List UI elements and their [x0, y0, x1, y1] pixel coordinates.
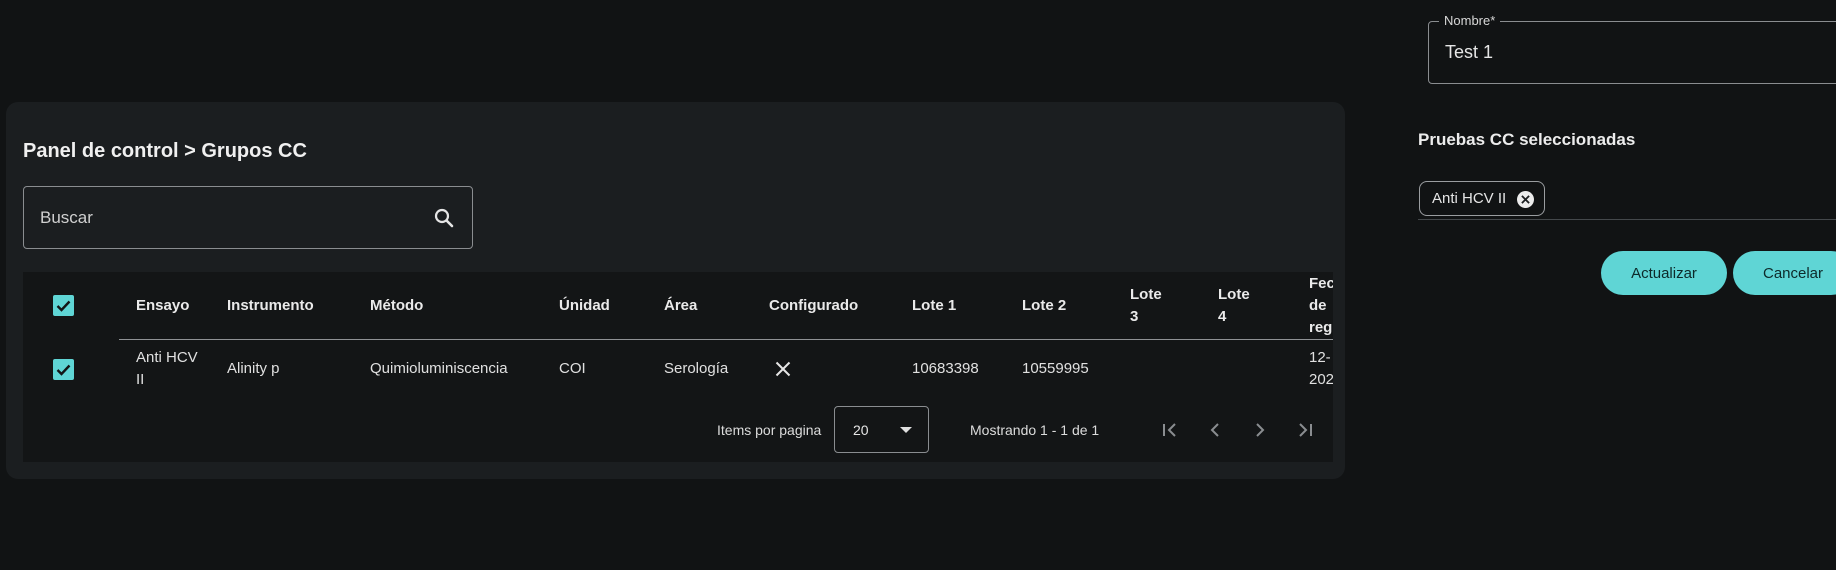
- selected-test-chip: Anti HCV II: [1419, 181, 1546, 216]
- col-lote4[interactable]: Lote 4: [1218, 272, 1250, 339]
- search-input[interactable]: [40, 207, 432, 228]
- chip-remove-icon[interactable]: [1517, 191, 1535, 208]
- col-area[interactable]: Área: [664, 272, 697, 339]
- qc-table: Ensayo Instrumento Método Únidad Área Co…: [23, 272, 1333, 462]
- name-field-label: Nombre*: [1439, 13, 1501, 28]
- name-field[interactable]: Nombre* Test 1: [1428, 13, 1836, 84]
- next-page-icon[interactable]: [1248, 418, 1272, 442]
- cell-lote1: 10683398: [912, 360, 979, 377]
- col-lote2[interactable]: Lote 2: [1022, 272, 1066, 339]
- qc-groups-panel: Panel de control > Grupos CC Ensayo Inst…: [6, 102, 1345, 479]
- breadcrumb: Panel de control > Grupos CC: [23, 140, 307, 162]
- cell-area: Serología: [664, 360, 729, 377]
- items-per-page-label: Items por pagina: [717, 422, 822, 438]
- pagination: Items por pagina 20 Mostrando 1 - 1 de 1: [23, 398, 1333, 462]
- cell-unidad: COI: [559, 360, 586, 377]
- cell-lote2: 10559995: [1022, 360, 1089, 377]
- table-row[interactable]: Anti HCV II Alinity p Quimioluminiscenci…: [23, 340, 1333, 398]
- range-text: Mostrando 1 - 1 de 1: [970, 422, 1100, 438]
- update-button[interactable]: Actualizar: [1601, 251, 1727, 295]
- col-unidad[interactable]: Únidad: [559, 272, 610, 339]
- cancel-button[interactable]: Cancelar: [1733, 251, 1836, 295]
- col-lote1[interactable]: Lote 1: [912, 272, 956, 339]
- previous-page-icon[interactable]: [1203, 418, 1227, 442]
- page-size-value: 20: [853, 421, 869, 438]
- caret-down-icon: [900, 427, 912, 433]
- cell-metodo: Quimioluminiscencia: [370, 360, 508, 377]
- col-instrumento[interactable]: Instrumento: [227, 272, 314, 339]
- col-metodo[interactable]: Método: [370, 272, 423, 339]
- col-fecha[interactable]: Fec de reg: [1309, 272, 1333, 339]
- not-configured-icon: [775, 340, 791, 398]
- table-header: Ensayo Instrumento Método Únidad Área Co…: [23, 272, 1333, 339]
- cell-fecha: 12- 202: [1309, 349, 1333, 388]
- name-field-value[interactable]: Test 1: [1445, 42, 1493, 63]
- cell-ensayo: Anti HCV II: [136, 349, 198, 388]
- selected-tests-title: Pruebas CC seleccionadas: [1418, 130, 1636, 149]
- chip-label: Anti HCV II: [1432, 190, 1507, 207]
- search-box[interactable]: [23, 186, 473, 249]
- search-icon[interactable]: [432, 206, 456, 230]
- col-ensayo[interactable]: Ensayo: [136, 272, 189, 339]
- chip-divider: [1418, 219, 1836, 220]
- select-all-checkbox[interactable]: [53, 295, 74, 316]
- col-lote3[interactable]: Lote 3: [1130, 272, 1162, 339]
- last-page-icon[interactable]: [1293, 418, 1317, 442]
- row-checkbox[interactable]: [53, 359, 74, 380]
- cell-instrumento: Alinity p: [227, 360, 280, 377]
- first-page-icon[interactable]: [1158, 418, 1182, 442]
- page-size-select[interactable]: 20: [834, 406, 929, 453]
- col-configurado[interactable]: Configurado: [769, 272, 858, 339]
